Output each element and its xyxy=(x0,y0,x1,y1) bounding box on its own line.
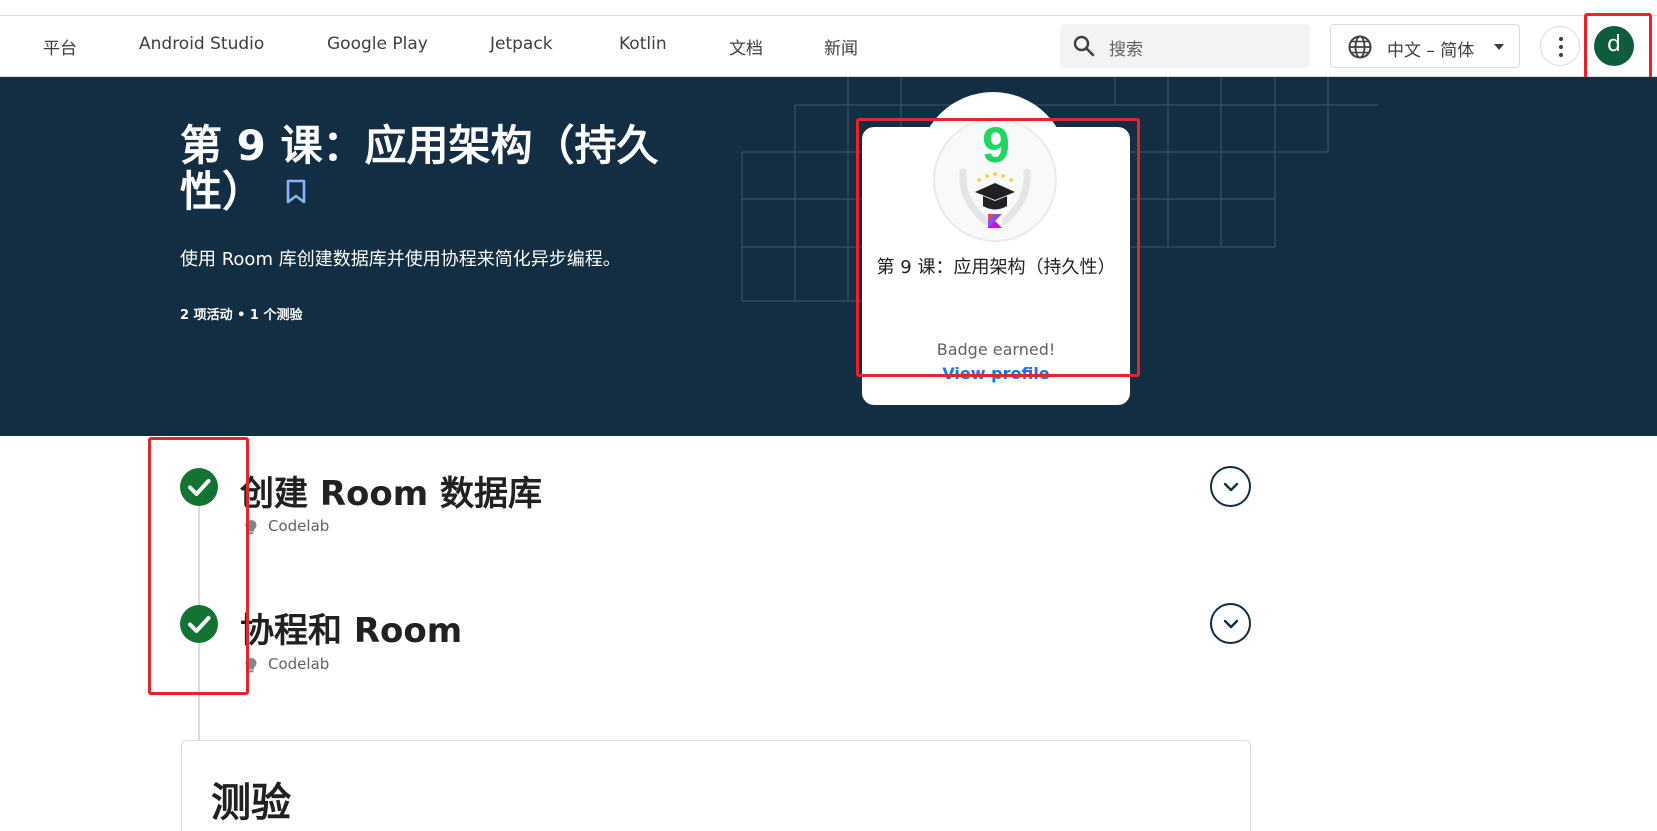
activity-count: 2 项活动 • 1 个测验 xyxy=(180,308,303,323)
language-selector[interactable]: 中文 – 简体 xyxy=(1330,24,1520,68)
annotation-highlight-badge xyxy=(856,118,1140,377)
expand-activity-button[interactable] xyxy=(1210,466,1251,507)
nav-item-docs[interactable]: 文档 xyxy=(729,34,763,59)
quiz-title: 测验 xyxy=(211,780,291,826)
globe-icon xyxy=(1348,35,1372,59)
quiz-card[interactable] xyxy=(181,740,1251,831)
more-vert-icon xyxy=(1559,37,1563,41)
page-description: 使用 Room 库创建数据库并使用协程来简化异步编程。 xyxy=(180,249,621,270)
more-options-button[interactable] xyxy=(1540,26,1580,66)
nav-item-android-studio[interactable]: Android Studio xyxy=(139,34,264,54)
activity-title[interactable]: 协程和 Room xyxy=(240,603,462,652)
activity-type: Codelab xyxy=(268,517,330,535)
nav-item-google-play[interactable]: Google Play xyxy=(327,34,428,54)
nav-item-jetpack[interactable]: Jetpack xyxy=(490,34,553,54)
search-input[interactable]: 搜索 xyxy=(1060,24,1310,68)
bookmark-icon[interactable] xyxy=(285,179,307,205)
hero-banner: 第 9 课：应用架构（持久性） 使用 Room 库创建数据库并使用协程来简化异步… xyxy=(0,77,1657,436)
page-title: 第 9 课：应用架构（持久性） xyxy=(180,121,659,216)
activity-type: Codelab xyxy=(268,655,330,673)
search-icon xyxy=(1073,35,1095,57)
nav-item-kotlin[interactable]: Kotlin xyxy=(619,34,667,54)
chevron-down-icon xyxy=(1223,482,1239,492)
search-placeholder: 搜索 xyxy=(1109,40,1143,60)
annotation-highlight-checks xyxy=(148,437,249,695)
nav-item-platform[interactable]: 平台 xyxy=(43,34,77,59)
chevron-down-icon xyxy=(1223,619,1239,629)
nav-item-news[interactable]: 新闻 xyxy=(824,34,858,59)
language-label: 中文 – 简体 xyxy=(1387,41,1475,61)
chevron-down-icon xyxy=(1494,44,1504,50)
expand-activity-button[interactable] xyxy=(1210,603,1251,644)
annotation-highlight-avatar xyxy=(1584,13,1652,83)
top-nav: 平台 Android Studio Google Play Jetpack Ko… xyxy=(0,15,1657,77)
activity-title[interactable]: 创建 Room 数据库 xyxy=(240,466,542,515)
